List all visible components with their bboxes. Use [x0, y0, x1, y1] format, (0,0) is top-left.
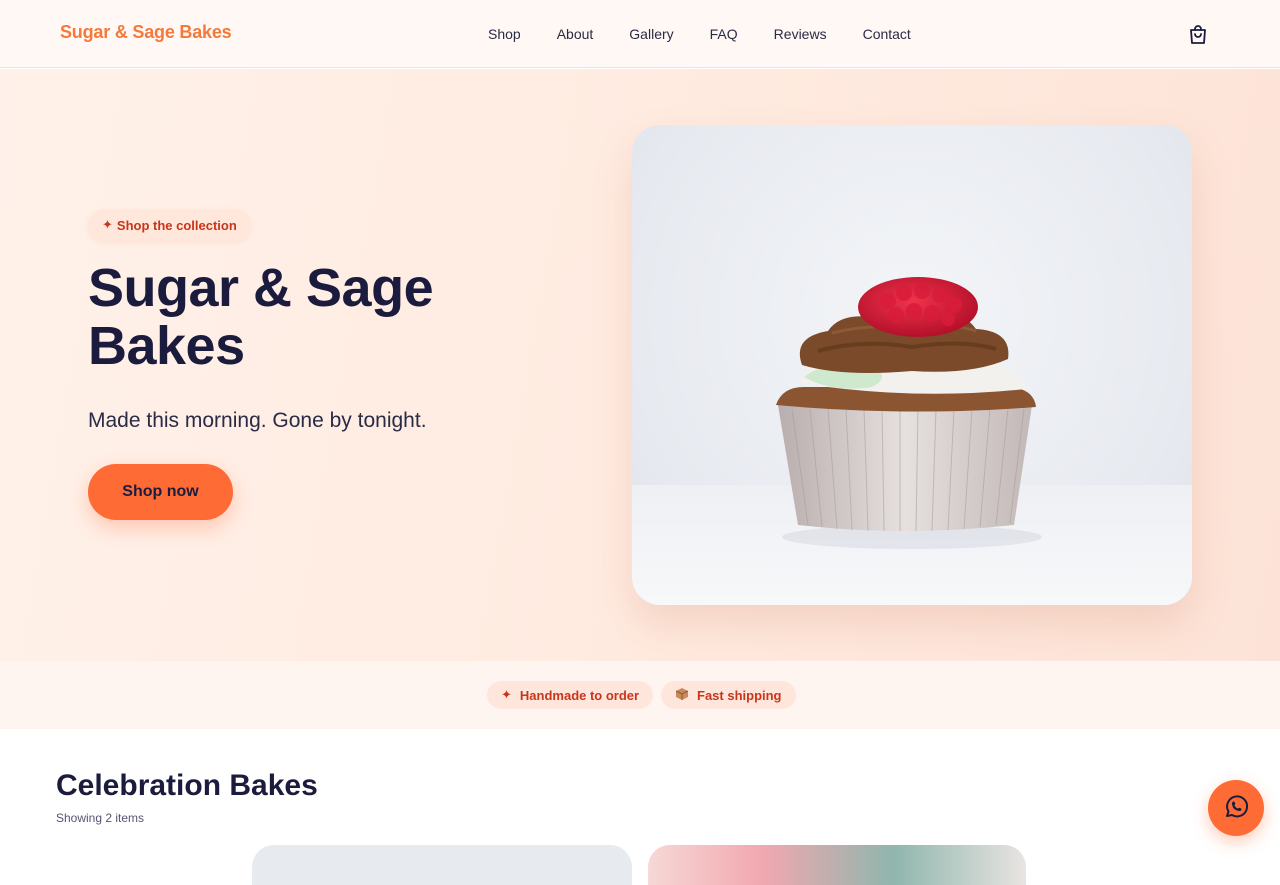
feature-strip: ✦ Handmade to order Fast shipping [0, 661, 1280, 729]
package-icon [675, 687, 689, 704]
whatsapp-chat-button[interactable] [1208, 780, 1264, 836]
item-count: Showing 2 items [56, 811, 145, 825]
brand-logo[interactable]: Sugar & Sage Bakes [60, 22, 232, 43]
product-card[interactable] [648, 845, 1026, 885]
shopping-bag-icon[interactable] [1186, 23, 1210, 47]
nav-link-gallery[interactable]: Gallery [611, 26, 691, 42]
hero-subtitle: Made this morning. Gone by tonight. [88, 409, 427, 432]
nav-link-contact[interactable]: Contact [845, 26, 929, 42]
hero-section: ✦ Shop the collection Sugar & Sage Bakes… [0, 69, 1280, 661]
nav-link-reviews[interactable]: Reviews [756, 26, 845, 42]
hero-badge-label: Shop the collection [116, 217, 237, 233]
section-title: Celebration Bakes [56, 769, 318, 802]
sparkle-icon: ✦ [102, 217, 113, 232]
shop-now-button[interactable]: Shop now [88, 464, 233, 520]
nav-link-faq[interactable]: FAQ [692, 26, 756, 42]
hero-cupcake-image [632, 125, 1192, 605]
hero-badge[interactable]: ✦ Shop the collection [88, 209, 251, 241]
whatsapp-icon [1222, 793, 1250, 824]
product-card[interactable] [252, 845, 632, 885]
nav-link-about[interactable]: About [539, 26, 612, 42]
nav-link-shop[interactable]: Shop [470, 26, 539, 42]
sparkle-icon: ✦ [501, 687, 512, 702]
feature-chip-label: Fast shipping [697, 687, 782, 703]
feature-chip-handmade: ✦ Handmade to order [487, 681, 654, 709]
feature-chip-label: Handmade to order [519, 687, 640, 703]
hero-title: Sugar & Sage Bakes [88, 258, 434, 376]
product-section: Celebration Bakes Showing 2 items [0, 729, 1280, 885]
main-nav: Shop About Gallery FAQ Reviews Contact [470, 0, 929, 68]
site-header: Sugar & Sage Bakes Shop About Gallery FA… [0, 0, 1280, 68]
feature-chip-shipping: Fast shipping [661, 681, 796, 709]
